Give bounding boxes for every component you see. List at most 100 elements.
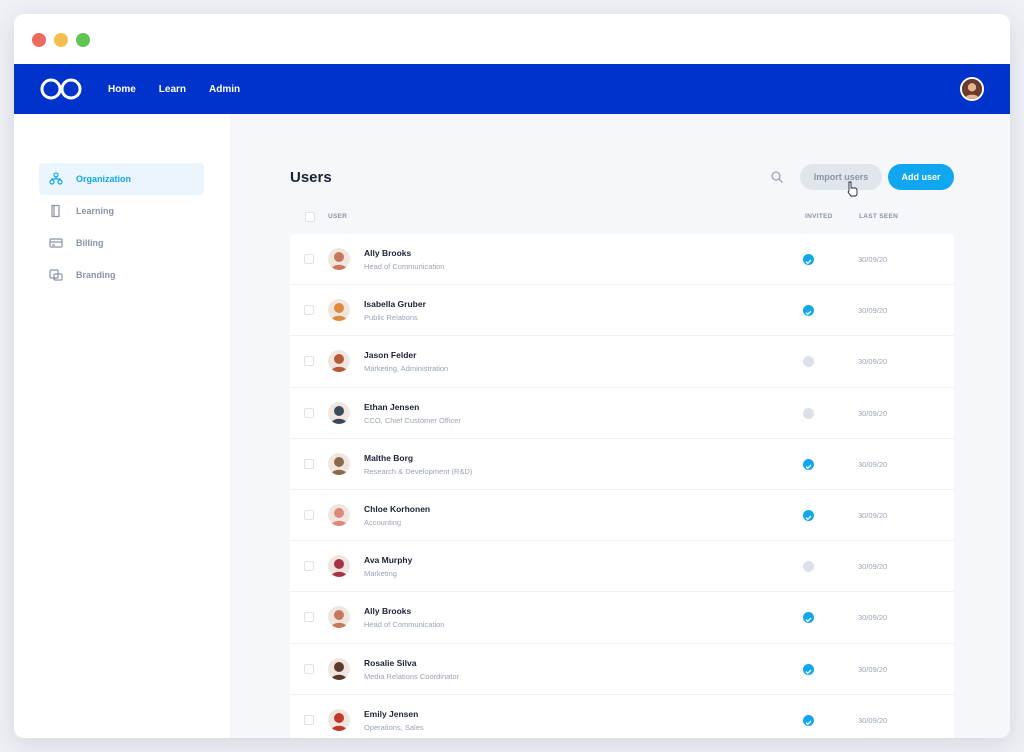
column-header-invited: INVITED (805, 213, 833, 220)
avatar-image-icon (328, 350, 350, 373)
import-users-button[interactable]: Import users (800, 164, 882, 190)
nav-link-home[interactable]: Home (108, 84, 136, 95)
avatar (328, 708, 350, 731)
column-header-last-seen: LAST SEEN (859, 213, 899, 220)
nav-link-admin[interactable]: Admin (209, 84, 240, 95)
avatar-image-icon (328, 708, 350, 731)
invited-check-icon (803, 509, 814, 521)
nav-link-learn[interactable]: Learn (159, 84, 186, 95)
avatar-image-icon (328, 299, 350, 322)
table-row[interactable]: Ethan Jensen CCO, Chief Customer Officer… (290, 388, 954, 439)
last-seen-date: 30/09/20 (858, 357, 888, 367)
app-logo-icon[interactable] (40, 77, 82, 101)
sidebar-item-branding[interactable]: Branding (39, 259, 204, 291)
last-seen-date: 30/09/20 (858, 562, 888, 572)
invited-check-icon (803, 254, 814, 265)
table-row[interactable]: Ally Brooks Head of Communication 30/09/… (290, 592, 954, 644)
row-checkbox[interactable] (304, 458, 314, 469)
book-icon (48, 203, 64, 219)
avatar-image-icon (328, 657, 350, 680)
sidebar-item-label: Learning (76, 206, 115, 216)
row-checkbox[interactable] (304, 612, 314, 623)
last-seen-date: 30/09/20 (858, 613, 888, 623)
user-role: Marketing (364, 569, 397, 579)
avatar (328, 350, 350, 373)
close-window-button[interactable] (32, 33, 46, 47)
avatar (328, 657, 350, 680)
search-icon[interactable] (770, 170, 784, 184)
maximize-window-button[interactable] (76, 33, 90, 47)
user-role: Accounting (364, 517, 402, 527)
user-role: Media Relations Coordinator (364, 671, 460, 681)
invited-check-icon (803, 305, 814, 317)
add-user-button[interactable]: Add user (888, 164, 954, 190)
avatar-image-icon (328, 503, 350, 526)
last-seen-date: 30/09/20 (858, 664, 888, 674)
user-name: Ava Murphy (364, 555, 413, 566)
row-checkbox[interactable] (304, 305, 314, 316)
avatar (328, 248, 350, 270)
column-header-user: USER (328, 213, 348, 220)
row-checkbox[interactable] (304, 254, 314, 264)
page-title: Users (290, 169, 332, 186)
table-row[interactable]: Chloe Korhonen Accounting 30/09/20 (290, 490, 954, 542)
table-row[interactable]: Emily Jensen Operations, Sales 30/09/20 (290, 695, 954, 738)
user-name: Ally Brooks (364, 606, 412, 617)
avatar-image-icon (328, 401, 350, 424)
table-row[interactable]: Jason Felder Marketing, Administration 3… (290, 336, 954, 388)
sidebar-item-organization[interactable]: Organization (39, 163, 204, 195)
mouse-pointer-icon (847, 181, 858, 197)
user-name: Isabella Gruber (364, 299, 426, 310)
row-checkbox[interactable] (304, 509, 314, 520)
last-seen-date: 30/09/20 (858, 255, 888, 264)
avatar (328, 555, 350, 578)
pending-status-icon (803, 407, 814, 419)
user-name: Rosalie Silva (364, 657, 417, 668)
users-table: Ally Brooks Head of Communication 30/09/… (290, 234, 954, 738)
credit-card-icon (48, 235, 64, 251)
browser-window: Home Learn Admin Organization Learning B… (14, 14, 1010, 738)
pending-status-icon (803, 561, 814, 573)
table-row[interactable]: Malthe Borg Research & Development (R&D)… (290, 439, 954, 490)
last-seen-date: 30/09/20 (858, 715, 888, 725)
avatar-image-icon (328, 452, 350, 475)
table-row[interactable]: Ally Brooks Head of Communication 30/09/… (290, 234, 954, 286)
row-checkbox[interactable] (304, 356, 314, 367)
user-role: Head of Communication (364, 620, 445, 630)
row-checkbox[interactable] (304, 714, 314, 725)
row-checkbox[interactable] (304, 561, 314, 572)
table-row[interactable]: Isabella Gruber Public Relations 30/09/2… (290, 285, 954, 337)
avatar-image-icon (328, 606, 350, 629)
avatar (328, 401, 350, 424)
avatar (328, 503, 350, 526)
sidebar-item-learning[interactable]: Learning (39, 195, 204, 227)
user-role: Research & Development (R&D) (364, 466, 473, 476)
row-checkbox[interactable] (304, 407, 314, 418)
user-name: Ethan Jensen (364, 401, 420, 412)
last-seen-date: 30/09/20 (858, 408, 888, 418)
select-all-checkbox[interactable] (305, 212, 315, 222)
avatar-image-icon (328, 555, 350, 578)
user-avatar[interactable] (960, 77, 984, 101)
user-name: Chloe Korhonen (364, 503, 431, 514)
avatar-image-icon (962, 79, 982, 99)
window-titlebar (14, 14, 1010, 64)
user-role: CCO, Chief Customer Officer (364, 415, 461, 425)
invited-check-icon (803, 714, 814, 726)
last-seen-date: 30/09/20 (858, 306, 888, 316)
sidebar-item-billing[interactable]: Billing (39, 227, 204, 259)
avatar (328, 299, 350, 322)
invited-check-icon (803, 458, 814, 470)
avatar (328, 606, 350, 629)
minimize-window-button[interactable] (54, 33, 68, 47)
table-row[interactable]: Ava Murphy Marketing 30/09/20 (290, 541, 954, 593)
avatar-image-icon (328, 248, 350, 270)
invited-check-icon (803, 612, 814, 624)
sidebar: Organization Learning Billing Branding (14, 114, 231, 738)
user-name: Jason Felder (364, 350, 417, 361)
row-checkbox[interactable] (304, 663, 314, 674)
user-name: Ally Brooks (364, 248, 412, 258)
table-row[interactable]: Rosalie Silva Media Relations Coordinato… (290, 644, 954, 695)
sidebar-item-label: Branding (76, 270, 116, 280)
sidebar-item-label: Billing (76, 238, 104, 248)
